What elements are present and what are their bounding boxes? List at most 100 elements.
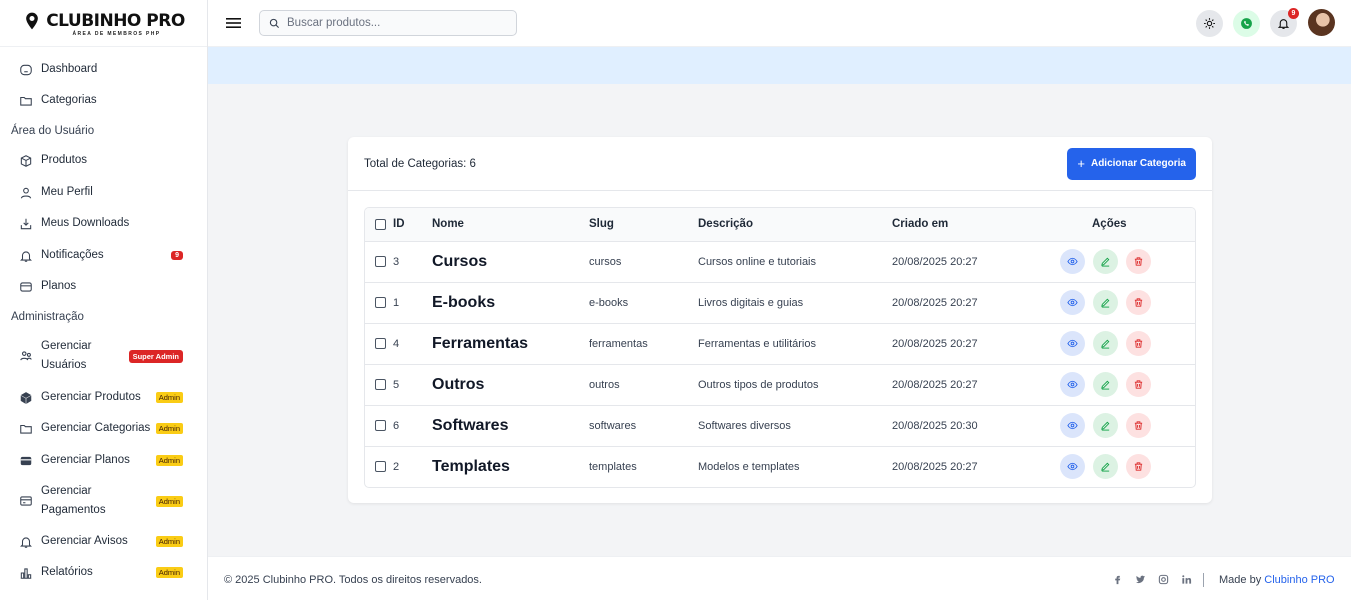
row-checkbox[interactable] — [375, 379, 386, 391]
header-name: Nome — [432, 218, 464, 231]
dashboard-icon — [20, 64, 32, 75]
table-row: 3 Cursos cursos Cursos online e tutoriai… — [365, 241, 1195, 282]
pin-icon — [26, 12, 39, 30]
row-id: 6 — [393, 419, 400, 432]
cube-icon — [20, 391, 32, 404]
pencil-icon — [1101, 421, 1110, 431]
sidebar-item-label: Relatórios — [41, 566, 93, 578]
sidebar-item-relatorios[interactable]: Relatórios Admin — [0, 563, 207, 582]
eye-icon — [1067, 257, 1078, 266]
admin-badge: Admin — [155, 567, 183, 578]
delete-button[interactable] — [1126, 372, 1151, 397]
twitter-icon[interactable] — [1135, 574, 1146, 585]
menu-icon[interactable] — [226, 16, 241, 30]
brand-logo[interactable]: CLUBINHO PRO ÁREA DE MEMBROS PHP — [0, 0, 207, 47]
row-id: 1 — [393, 296, 400, 309]
row-checkbox[interactable] — [375, 461, 386, 473]
whatsapp-icon — [1241, 18, 1252, 29]
card-icon — [20, 456, 32, 465]
view-button[interactable] — [1060, 249, 1085, 274]
row-created: 20/08/2025 20:27 — [892, 337, 978, 350]
sidebar-item-gerenciar-avisos[interactable]: Gerenciar Avisos Admin — [0, 532, 207, 551]
card-header: Total de Categorias: 6 + Adicionar Categ… — [348, 137, 1212, 191]
sidebar-item-label: Categorias — [41, 94, 97, 106]
delete-button[interactable] — [1126, 290, 1151, 315]
sidebar-item-gerenciar-planos[interactable]: Gerenciar Planos Admin — [0, 451, 207, 470]
row-created: 20/08/2025 20:27 — [892, 255, 978, 268]
header-slug: Slug — [589, 218, 614, 231]
pencil-icon — [1101, 298, 1110, 308]
user-avatar[interactable] — [1308, 9, 1335, 36]
view-button[interactable] — [1060, 331, 1085, 356]
notification-count-badge: 9 — [1288, 8, 1299, 19]
whatsapp-button[interactable] — [1233, 10, 1260, 37]
trash-icon — [1134, 421, 1143, 430]
row-checkbox[interactable] — [375, 420, 386, 432]
row-created: 20/08/2025 20:27 — [892, 296, 978, 309]
sidebar-item-notificacoes[interactable]: Notificações 9 — [0, 246, 207, 265]
edit-button[interactable] — [1093, 454, 1118, 480]
edit-button[interactable] — [1093, 413, 1118, 438]
theme-toggle-button[interactable] — [1196, 10, 1223, 37]
view-button[interactable] — [1060, 290, 1085, 315]
row-created: 20/08/2025 20:27 — [892, 460, 978, 473]
sidebar-item-dashboard[interactable]: Dashboard — [0, 60, 207, 79]
facebook-icon[interactable] — [1112, 574, 1123, 585]
header-created: Criado em — [892, 218, 949, 231]
header-actions: Ações — [1092, 218, 1127, 231]
sidebar-item-planos[interactable]: Planos — [0, 277, 207, 296]
row-name: Templates — [432, 457, 510, 475]
total-categories: Total de Categorias: 6 — [364, 157, 476, 170]
sidebar-item-gerenciar-categorias[interactable]: Gerenciar Categorias Admin — [0, 419, 207, 438]
row-checkbox[interactable] — [375, 297, 386, 309]
add-category-button[interactable]: + Adicionar Categoria — [1067, 147, 1196, 180]
table-header-row: ID Nome Slug Descrição Criado em Ações — [365, 208, 1195, 241]
eye-icon — [1067, 339, 1078, 348]
sidebar-item-categorias[interactable]: Categorias — [0, 91, 207, 110]
chart-icon — [20, 567, 32, 579]
view-button[interactable] — [1060, 454, 1085, 480]
view-button[interactable] — [1060, 413, 1085, 438]
trash-icon — [1134, 298, 1143, 307]
eye-icon — [1067, 463, 1078, 471]
delete-button[interactable] — [1126, 249, 1151, 274]
sidebar-item-label: Produtos — [41, 154, 88, 166]
search-input[interactable] — [287, 17, 507, 29]
bell-icon — [20, 536, 32, 548]
download-icon — [20, 218, 32, 229]
sidebar-item-label: Meu Perfil — [41, 186, 93, 198]
delete-button[interactable] — [1126, 413, 1151, 438]
made-by-link[interactable]: Clubinho PRO — [1264, 574, 1334, 586]
row-name: E-books — [432, 293, 496, 311]
delete-button[interactable] — [1126, 331, 1151, 356]
row-slug: ferramentas — [589, 337, 648, 350]
sidebar: CLUBINHO PRO ÁREA DE MEMBROS PHP Dashboa… — [0, 0, 208, 600]
sidebar-item-gerenciar-usuarios[interactable]: Gerenciar Usuários Super Admin — [0, 337, 207, 375]
sidebar-item-gerenciar-produtos[interactable]: Gerenciar Produtos Admin — [0, 388, 207, 407]
row-checkbox[interactable] — [375, 338, 386, 350]
notifications-button[interactable]: 9 — [1270, 8, 1299, 37]
select-all-checkbox[interactable] — [375, 218, 386, 230]
edit-button[interactable] — [1093, 331, 1118, 356]
sidebar-item-produtos[interactable]: Produtos — [0, 151, 207, 170]
row-checkbox[interactable] — [375, 256, 386, 268]
card-icon — [20, 281, 32, 292]
delete-button[interactable] — [1126, 454, 1151, 480]
sidebar-item-meu-perfil[interactable]: Meu Perfil — [0, 183, 207, 202]
eye-icon — [1067, 298, 1078, 307]
edit-button[interactable] — [1093, 372, 1118, 397]
linkedin-icon[interactable] — [1181, 574, 1192, 585]
sidebar-item-gerenciar-pagamentos[interactable]: Gerenciar Pagamentos Admin — [0, 482, 207, 520]
sidebar-item-meus-downloads[interactable]: Meus Downloads — [0, 214, 207, 233]
sidebar-item-label: Planos — [41, 280, 77, 292]
view-button[interactable] — [1060, 372, 1085, 397]
edit-button[interactable] — [1093, 290, 1118, 315]
search-icon — [269, 18, 280, 28]
row-name: Softwares — [432, 416, 509, 434]
categories-table: ID Nome Slug Descrição Criado em Ações 3… — [364, 207, 1196, 488]
edit-button[interactable] — [1093, 249, 1118, 274]
instagram-icon[interactable] — [1158, 574, 1169, 585]
row-slug: softwares — [589, 419, 637, 432]
sidebar-item-label: Dashboard — [41, 63, 98, 75]
pencil-icon — [1101, 380, 1110, 390]
